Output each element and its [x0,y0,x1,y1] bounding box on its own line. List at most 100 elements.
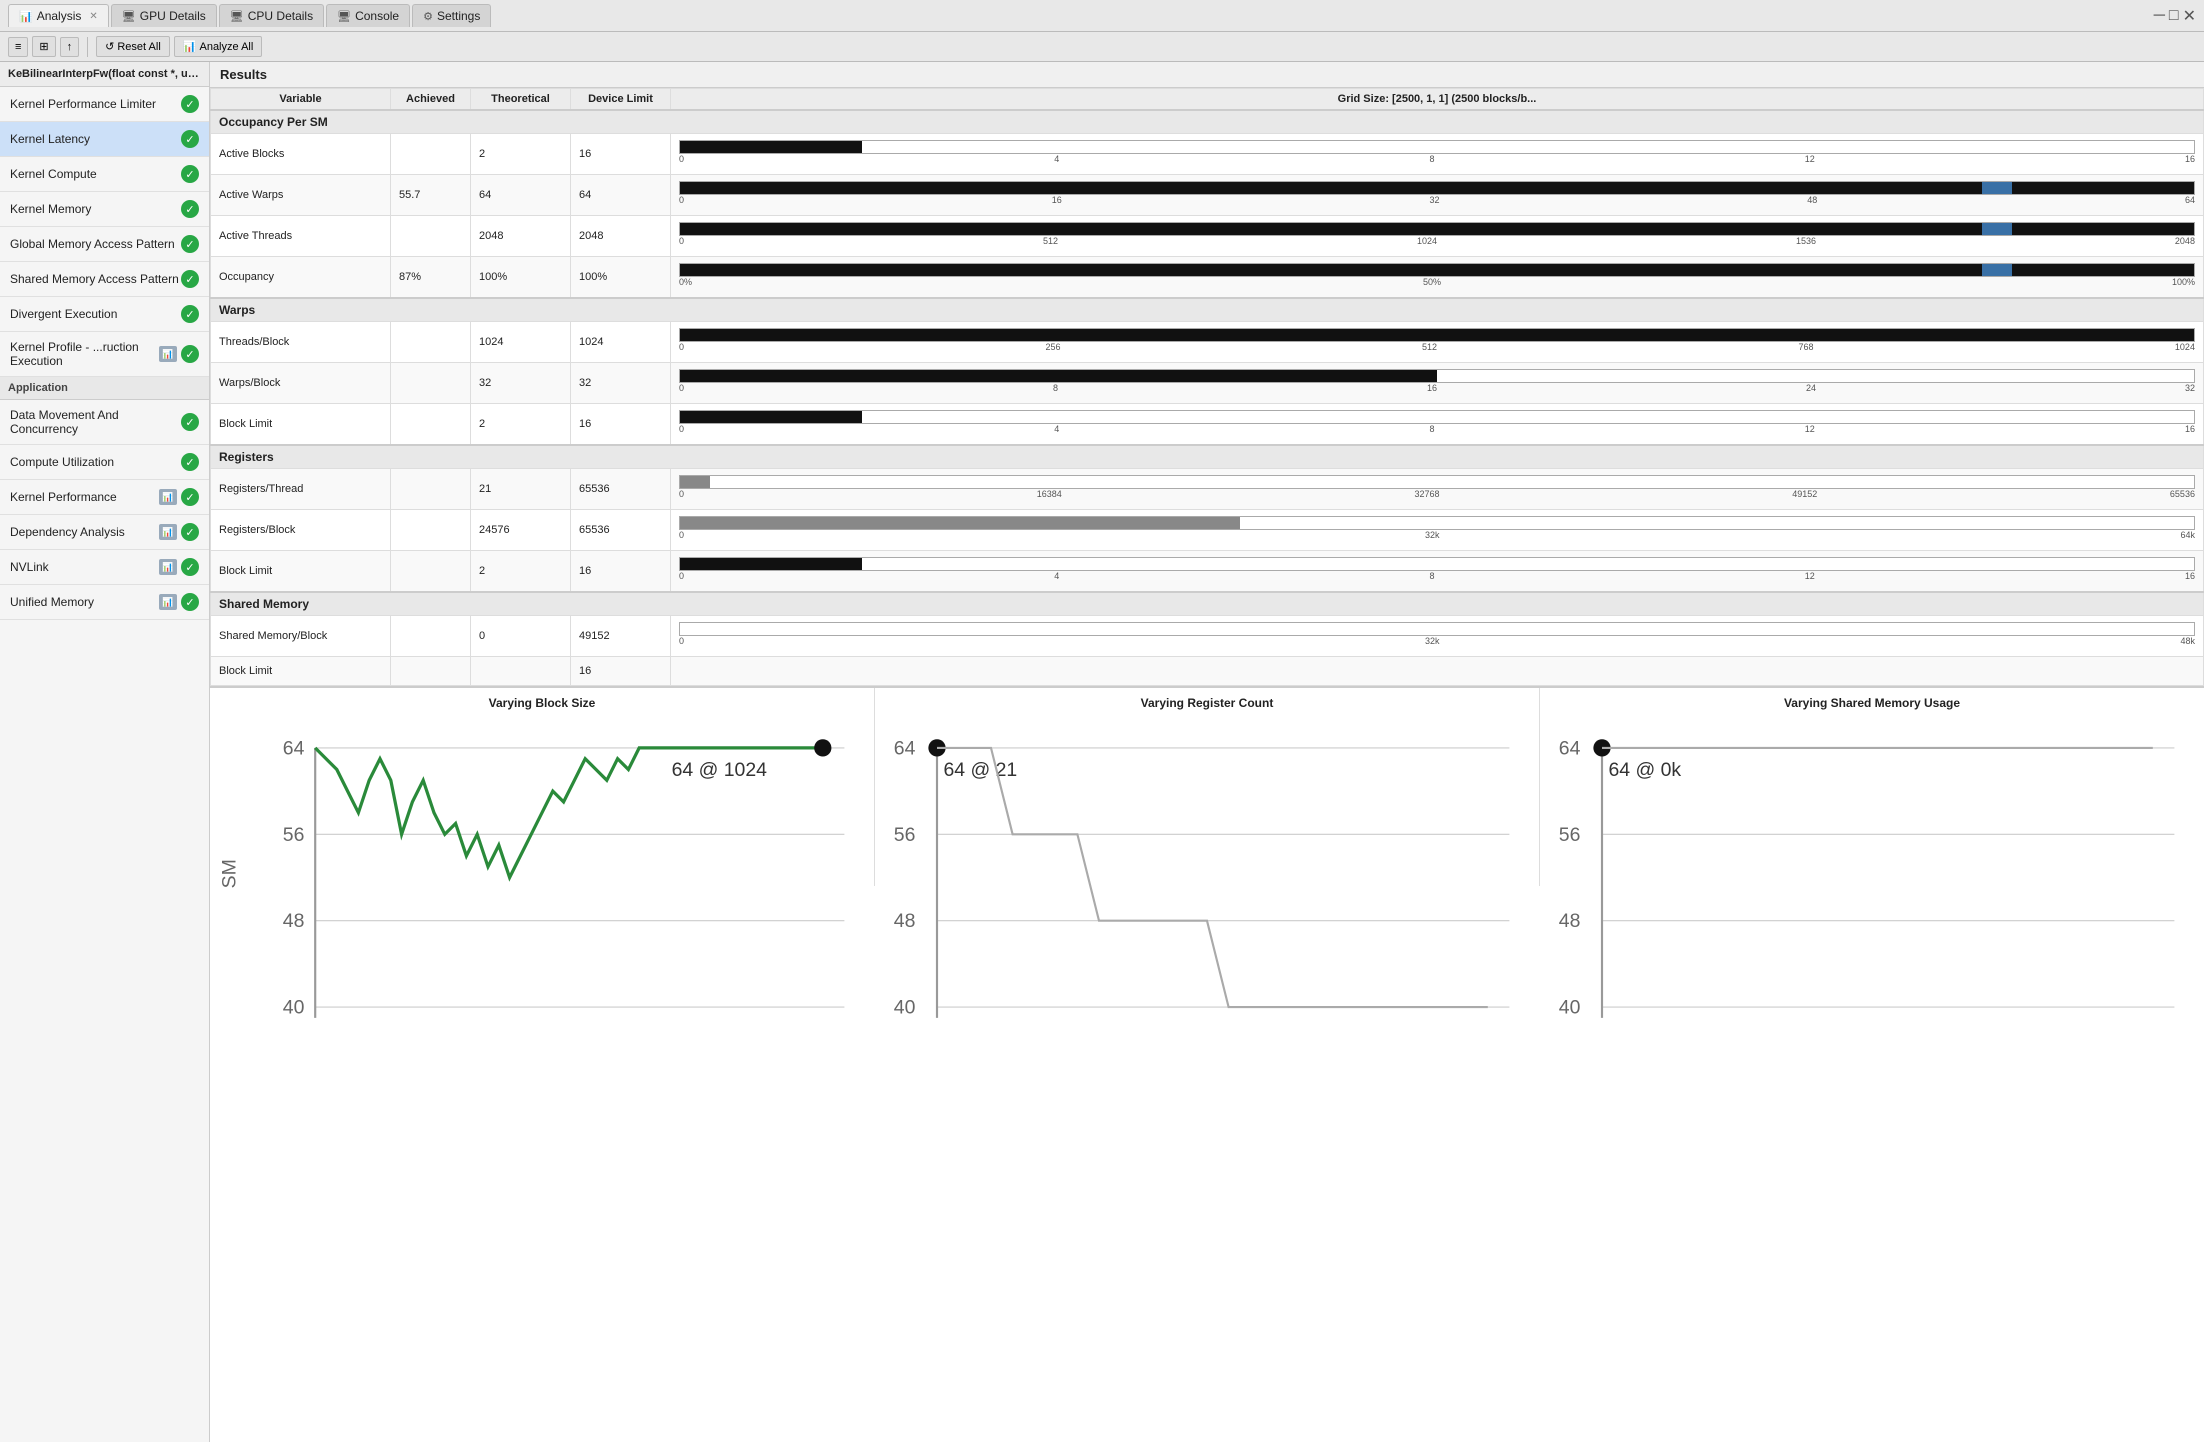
section-registers: Registers [211,445,2204,469]
theo-block-limit-sm [471,657,571,686]
var-sm-per-block: Shared Memory/Block [211,616,391,657]
var-regs-per-thread: Registers/Thread [211,469,391,510]
compute-utilization-check: ✓ [181,453,199,471]
chart-register-count-svg: 64 56 48 40 [883,714,1531,1041]
kernel-performance-limiter-check: ✓ [181,95,199,113]
up-btn[interactable]: ↑ [60,37,80,57]
chart-shared-memory-area: 64 56 48 40 [1548,714,2196,1041]
sidebar-item-kernel-memory[interactable]: Kernel Memory ✓ [0,192,209,227]
tab-analysis-close[interactable]: ✕ [89,11,97,22]
grid-view-btn[interactable]: ⊞ [32,36,55,57]
var-active-warps: Active Warps [211,175,391,216]
list-view-btn[interactable]: ≡ [8,37,28,57]
dev-threads-block: 1024 [571,322,671,363]
row-block-limit-sm: Block Limit 16 [211,657,2204,686]
theo-threads-block: 1024 [471,322,571,363]
tab-analysis[interactable]: 📊 Analysis ✕ [8,4,109,27]
sidebar-item-divergent-execution[interactable]: Divergent Execution ✓ [0,297,209,332]
var-active-blocks: Active Blocks [211,134,391,175]
chart-shared-memory-svg: 64 56 48 40 [1548,714,2196,1041]
bar-block-limit-warps: 0481216 [671,404,2204,446]
analyze-all-label: Analyze All [199,41,253,53]
y-label-56-rc: 56 [894,824,916,846]
kernel-performance-label: Kernel Performance [10,490,117,504]
unified-memory-chart-icon[interactable]: 📊 [159,594,177,610]
y-label-40-bs: 40 [283,997,305,1019]
bar-regs-per-block: 032k64k [671,510,2204,551]
y-label-48-bs: 48 [283,910,305,932]
ach-block-limit-sm [391,657,471,686]
tab-settings[interactable]: ⚙ Settings [412,4,491,27]
row-regs-per-thread: Registers/Thread 21 65536 01638432768491… [211,469,2204,510]
window-minimize[interactable]: ─ [2154,7,2165,25]
analyze-all-btn[interactable]: 📊 Analyze All [174,36,263,57]
divergent-execution-label: Divergent Execution [10,307,117,321]
sidebar-item-kernel-performance-limiter[interactable]: Kernel Performance Limiter ✓ [0,87,209,122]
sidebar-item-kernel-profile[interactable]: Kernel Profile - ...ruction Execution 📊 … [0,332,209,377]
tab-gpu-details[interactable]: 🖥 GPU Details [111,4,217,27]
sidebar-item-unified-memory[interactable]: Unified Memory 📊 ✓ [0,585,209,620]
chart-register-count-area: 64 56 48 40 [883,714,1531,1041]
global-memory-label: Global Memory Access Pattern [10,237,175,251]
section-warps-label: Warps [211,298,2204,322]
shared-memory-label: Shared Memory Access Pattern [10,272,179,286]
sidebar-item-compute-utilization[interactable]: Compute Utilization ✓ [0,445,209,480]
window-close[interactable]: ✕ [2183,6,2196,26]
chart-block-size-svg: 64 56 48 40 SM [218,714,866,1041]
ach-block-limit-warps [391,404,471,446]
kernel-memory-label: Kernel Memory [10,202,91,216]
nvlink-label: NVLink [10,560,49,574]
sidebar-item-data-movement[interactable]: Data Movement And Concurrency ✓ [0,400,209,445]
console-icon: 🖥 [337,10,351,23]
y-label-40-sm: 40 [1559,997,1581,1019]
kernel-profile-chart-icon[interactable]: 📊 [159,346,177,362]
dev-active-blocks: 16 [571,134,671,175]
col-theoretical: Theoretical [471,89,571,111]
sidebar-item-shared-memory[interactable]: Shared Memory Access Pattern ✓ [0,262,209,297]
block-size-annotation: 64 @ 1024 [672,759,768,781]
reset-icon: ↺ [105,40,114,53]
row-threads-block: Threads/Block 1024 1024 02565127681024 [211,322,2204,363]
kernel-compute-label: Kernel Compute [10,167,97,181]
ach-active-blocks [391,134,471,175]
analysis-tab-icon: 📊 [19,10,33,23]
dependency-analysis-chart-icon[interactable]: 📊 [159,524,177,540]
y-label-64-bs: 64 [283,737,305,759]
col-device-limit: Device Limit [571,89,671,111]
results-content[interactable]: Variable Achieved Theoretical Device Lim… [210,88,2204,1442]
nvlink-chart-icon[interactable]: 📊 [159,559,177,575]
kernel-performance-chart-icon[interactable]: 📊 [159,489,177,505]
sidebar-item-kernel-compute[interactable]: Kernel Compute ✓ [0,157,209,192]
sidebar-item-kernel-performance[interactable]: Kernel Performance 📊 ✓ [0,480,209,515]
results-header: Results [210,62,2204,88]
ach-active-threads [391,216,471,257]
compute-utilization-label: Compute Utilization [10,455,114,469]
window-maximize[interactable]: □ [2169,7,2179,25]
ach-sm-per-block [391,616,471,657]
row-block-limit-regs: Block Limit 2 16 0481216 [211,551,2204,593]
row-active-blocks: Active Blocks 2 16 0481216 [211,134,2204,175]
bar-active-blocks: 0481216 [671,134,2204,175]
sidebar-item-kernel-latency[interactable]: Kernel Latency ✓ [0,122,209,157]
bar-threads-block: 02565127681024 [671,322,2204,363]
sidebar-item-dependency-analysis[interactable]: Dependency Analysis 📊 ✓ [0,515,209,550]
tab-console[interactable]: 🖥 Console [326,4,410,27]
sidebar-item-global-memory[interactable]: Global Memory Access Pattern ✓ [0,227,209,262]
unified-memory-label: Unified Memory [10,595,94,609]
global-memory-check: ✓ [181,235,199,253]
data-movement-check: ✓ [181,413,199,431]
sidebar-item-nvlink[interactable]: NVLink 📊 ✓ [0,550,209,585]
dev-occupancy: 100% [571,257,671,299]
tab-cpu-details[interactable]: 🖥 CPU Details [219,4,324,27]
kernel-profile-check: ✓ [181,345,199,363]
kernel-latency-label: Kernel Latency [10,132,90,146]
ach-block-limit-regs [391,551,471,593]
reset-all-btn[interactable]: ↺ Reset All [96,36,170,57]
theo-occupancy: 100% [471,257,571,299]
gpu-details-icon: 🖥 [122,10,136,23]
var-occupancy: Occupancy [211,257,391,299]
theo-block-limit-warps: 2 [471,404,571,446]
row-regs-per-block: Registers/Block 24576 65536 032k64k [211,510,2204,551]
data-movement-label: Data Movement And Concurrency [10,408,181,436]
bar-active-threads: 0512102415362048 [671,216,2204,257]
